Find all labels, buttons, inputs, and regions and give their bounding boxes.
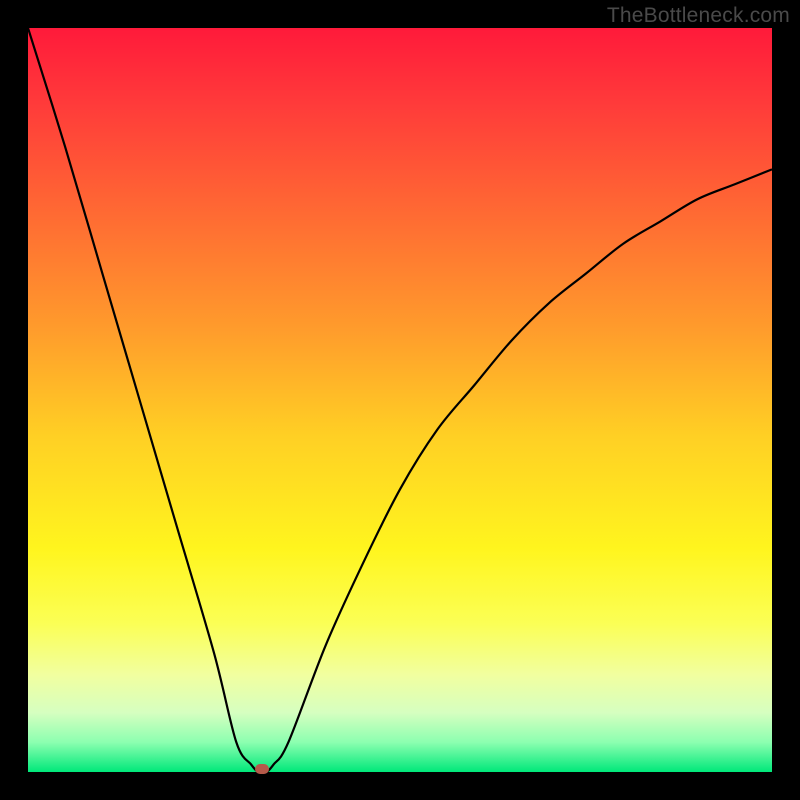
watermark-text: TheBottleneck.com xyxy=(607,4,790,28)
bottleneck-curve xyxy=(28,28,772,772)
curve-path xyxy=(28,28,772,772)
plot-area xyxy=(28,28,772,772)
chart-frame: TheBottleneck.com xyxy=(0,0,800,800)
optimal-point-marker xyxy=(255,764,269,774)
